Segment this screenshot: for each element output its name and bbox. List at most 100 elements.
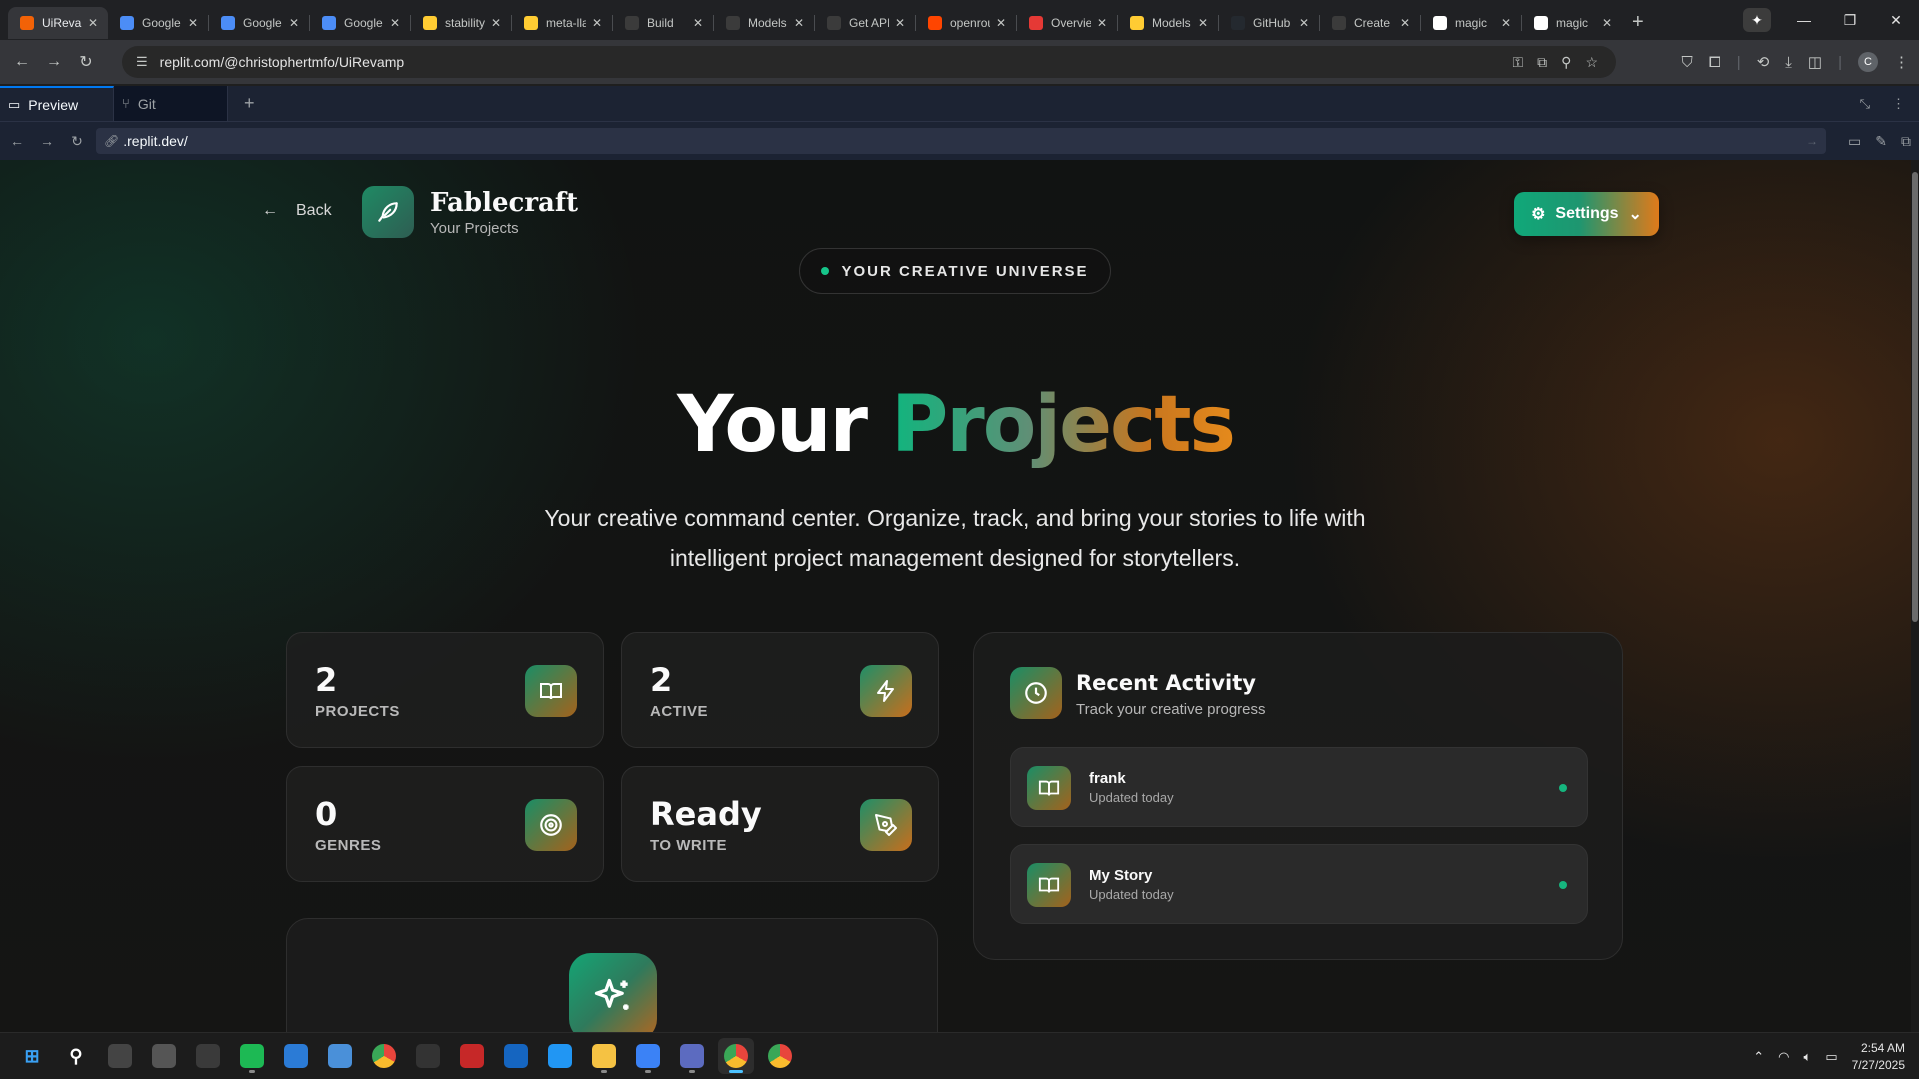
taskbar-chrome-icon[interactable] [718, 1038, 754, 1074]
scrollbar-thumb[interactable] [1912, 172, 1918, 622]
webview-reload-icon[interactable]: ↻ [62, 133, 92, 150]
collapse-icon[interactable]: ⤡ [1860, 96, 1870, 112]
browser-tab[interactable]: Google AI Studio ✕ [108, 7, 208, 39]
taskbar-app-icon[interactable] [410, 1038, 446, 1074]
clock[interactable]: 2:54 AM 7/27/2025 [1852, 1040, 1905, 1074]
browser-tab[interactable]: Google AI Studio ✕ [209, 7, 309, 39]
shield-icon[interactable]: ⛉ [1682, 54, 1693, 71]
forward-arrow-icon[interactable]: → [38, 53, 70, 71]
webview-url-input[interactable]: 🔗︎ .replit.dev/ → [96, 128, 1826, 154]
browser-tab[interactable]: Models ✕ [714, 7, 814, 39]
taskbar-chrome-icon[interactable] [762, 1038, 798, 1074]
browser-tab[interactable]: magic ✕ [1421, 7, 1521, 39]
close-tab-icon[interactable]: ✕ [289, 16, 299, 30]
password-key-icon[interactable]: ⚿ [1513, 54, 1524, 71]
volume-icon[interactable]: 🔈︎ [1804, 1049, 1812, 1065]
close-tab-icon[interactable]: ✕ [390, 16, 400, 30]
browser-tab[interactable]: Overview ✕ [1017, 7, 1117, 39]
taskbar-app-icon[interactable] [498, 1038, 534, 1074]
taskbar-app-icon[interactable] [190, 1038, 226, 1074]
close-tab-icon[interactable]: ✕ [1198, 16, 1208, 30]
reload-icon[interactable]: ↻ [70, 52, 102, 72]
settings-button[interactable]: ⚙ Settings ⌄ [1514, 192, 1659, 236]
browser-tab[interactable]: magic ✕ [1522, 7, 1622, 39]
restore-icon[interactable]: ❐ [1827, 12, 1873, 29]
close-tab-icon[interactable]: ✕ [188, 16, 198, 30]
zoom-icon[interactable]: ⚲ [1561, 54, 1571, 71]
gear-icon: ⚙ [1531, 206, 1546, 223]
back-arrow-icon[interactable]: ← [6, 53, 38, 71]
close-tab-icon[interactable]: ✕ [88, 16, 98, 30]
gemini-sparkle-icon[interactable]: ✦ [1743, 8, 1771, 32]
open-new-window-icon[interactable]: ⧉ [1901, 133, 1911, 150]
browser-tab[interactable]: Build ✕ [613, 7, 713, 39]
close-tab-icon[interactable]: ✕ [1501, 16, 1511, 30]
webview-forward-icon[interactable]: → [32, 133, 62, 149]
profile-avatar[interactable]: C [1858, 52, 1878, 72]
browser-tab[interactable]: GitHub ✕ [1219, 7, 1319, 39]
close-tab-icon[interactable]: ✕ [996, 16, 1006, 30]
taskbar-photos-icon[interactable] [322, 1038, 358, 1074]
activity-title: Recent Activity [1076, 671, 1256, 695]
taskbar-calculator-icon[interactable] [674, 1038, 710, 1074]
taskbar-start-icon[interactable]: ⊞ [14, 1038, 50, 1074]
wifi-icon[interactable]: ◠ [1778, 1049, 1789, 1065]
add-tab-icon[interactable]: + [228, 86, 271, 121]
taskbar-chrome-icon[interactable] [366, 1038, 402, 1074]
close-tab-icon[interactable]: ✕ [592, 16, 602, 30]
taskbar-vscode-icon[interactable] [278, 1038, 314, 1074]
browser-tab[interactable]: openrouter ✕ [916, 7, 1016, 39]
new-tab-icon[interactable]: + [1632, 11, 1644, 34]
activity-item-time: Updated today [1089, 887, 1174, 902]
close-tab-icon[interactable]: ✕ [1097, 16, 1107, 30]
taskbar-app-icon[interactable] [542, 1038, 578, 1074]
install-app-icon[interactable]: ⧉ [1537, 54, 1547, 71]
pane-menu-icon[interactable]: ⋮ [1892, 96, 1905, 112]
scrollbar[interactable] [1911, 160, 1919, 1032]
kebab-menu-icon[interactable]: ⋮ [1894, 53, 1909, 71]
extensions-puzzle-icon[interactable]: ⧠ [1709, 54, 1721, 71]
list-item[interactable]: frank Updated today [1010, 747, 1588, 827]
close-tab-icon[interactable]: ✕ [1299, 16, 1309, 30]
taskbar-app-icon[interactable] [146, 1038, 182, 1074]
browser-tab[interactable]: Google AI Studio ✕ [310, 7, 410, 39]
tab-git[interactable]: ⑂ Git [114, 86, 228, 121]
taskbar-app-icon[interactable] [102, 1038, 138, 1074]
webview-back-icon[interactable]: ← [2, 133, 32, 149]
devices-icon[interactable]: ▭ [1848, 133, 1861, 150]
browser-tab[interactable]: Get API ✕ [815, 7, 915, 39]
close-tab-icon[interactable]: ✕ [895, 16, 905, 30]
browser-tab[interactable]: Models ✕ [1118, 7, 1218, 39]
browser-tab[interactable]: UiRevamp ✕ [8, 7, 108, 39]
browser-tab[interactable]: meta-llama ✕ [512, 7, 612, 39]
close-tab-icon[interactable]: ✕ [1602, 16, 1612, 30]
side-panel-icon[interactable]: ◫ [1808, 53, 1822, 71]
history-icon[interactable]: ⟲ [1757, 53, 1770, 71]
go-arrow-icon[interactable]: → [1806, 134, 1818, 148]
download-icon[interactable]: ⤓ [1785, 54, 1792, 71]
tab-preview[interactable]: ▭ Preview [0, 86, 114, 121]
browser-tab[interactable]: stability ✕ [411, 7, 511, 39]
create-project-card[interactable] [286, 918, 938, 1032]
taskbar-app-icon[interactable] [454, 1038, 490, 1074]
chevron-up-icon[interactable]: ⌃ [1753, 1049, 1764, 1065]
address-bar[interactable]: ☰ replit.com/@christophertmfo/UiRevamp ⚿… [122, 46, 1616, 78]
site-info-icon[interactable]: ☰ [136, 54, 148, 70]
close-tab-icon[interactable]: ✕ [1400, 16, 1410, 30]
close-tab-icon[interactable]: ✕ [794, 16, 804, 30]
close-tab-icon[interactable]: ✕ [693, 16, 703, 30]
close-tab-icon[interactable]: ✕ [491, 16, 501, 30]
browser-tab[interactable]: Create ✕ [1320, 7, 1420, 39]
devtools-wrench-icon[interactable]: ✎ [1875, 133, 1887, 150]
taskbar-notepad-icon[interactable] [630, 1038, 666, 1074]
close-window-icon[interactable]: ✕ [1873, 12, 1919, 29]
bookmark-star-icon[interactable]: ☆ [1585, 54, 1598, 71]
taskbar-search-icon[interactable]: ⚲ [58, 1038, 94, 1074]
taskbar-file-explorer-icon[interactable] [586, 1038, 622, 1074]
minimize-icon[interactable]: — [1781, 12, 1827, 28]
list-item[interactable]: My Story Updated today [1010, 844, 1588, 924]
battery-icon[interactable]: ▭ [1825, 1049, 1837, 1065]
clock-date: 7/27/2025 [1851, 1057, 1905, 1072]
back-button[interactable]: ← Back [262, 202, 332, 220]
taskbar-spotify-icon[interactable] [234, 1038, 270, 1074]
